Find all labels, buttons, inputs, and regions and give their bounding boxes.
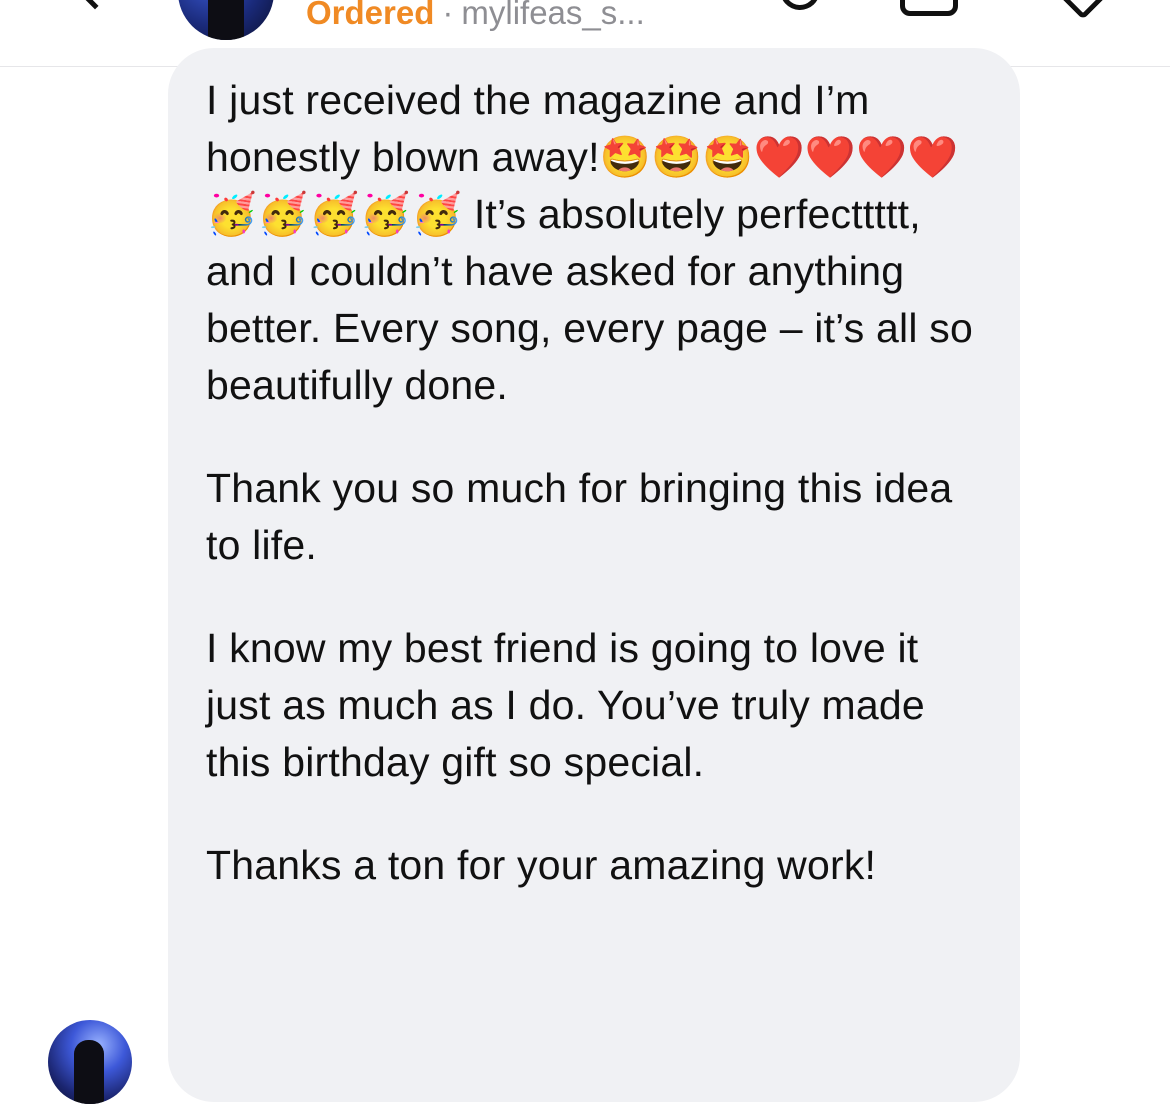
message-paragraph-3: I know my best friend is going to love i…	[206, 625, 937, 785]
avatar-figure	[208, 0, 244, 40]
avatar-figure	[74, 1040, 104, 1104]
message-paragraph-1: I just received the magazine and I’m hon…	[206, 77, 985, 408]
contact-username: mylifeas_s...	[461, 0, 645, 31]
contact-avatar[interactable]	[178, 0, 274, 40]
message-paragraph-4: Thanks a ton for your amazing work!	[206, 842, 877, 888]
order-status-label: Ordered	[306, 0, 435, 31]
title-separator: ·	[442, 0, 454, 31]
chat-title[interactable]: Ordered · mylifeas_s...	[306, 0, 645, 33]
phone-icon[interactable]	[774, 0, 826, 16]
incoming-message-bubble[interactable]: I just received the magazine and I’m hon…	[168, 48, 1020, 1102]
chevron-down-icon[interactable]	[1056, 0, 1110, 20]
message-paragraph-2: Thank you so much for bringing this idea…	[206, 465, 964, 568]
video-camera-icon[interactable]	[900, 0, 958, 16]
back-chevron-icon[interactable]	[76, 0, 114, 10]
sender-avatar[interactable]	[48, 1020, 132, 1104]
